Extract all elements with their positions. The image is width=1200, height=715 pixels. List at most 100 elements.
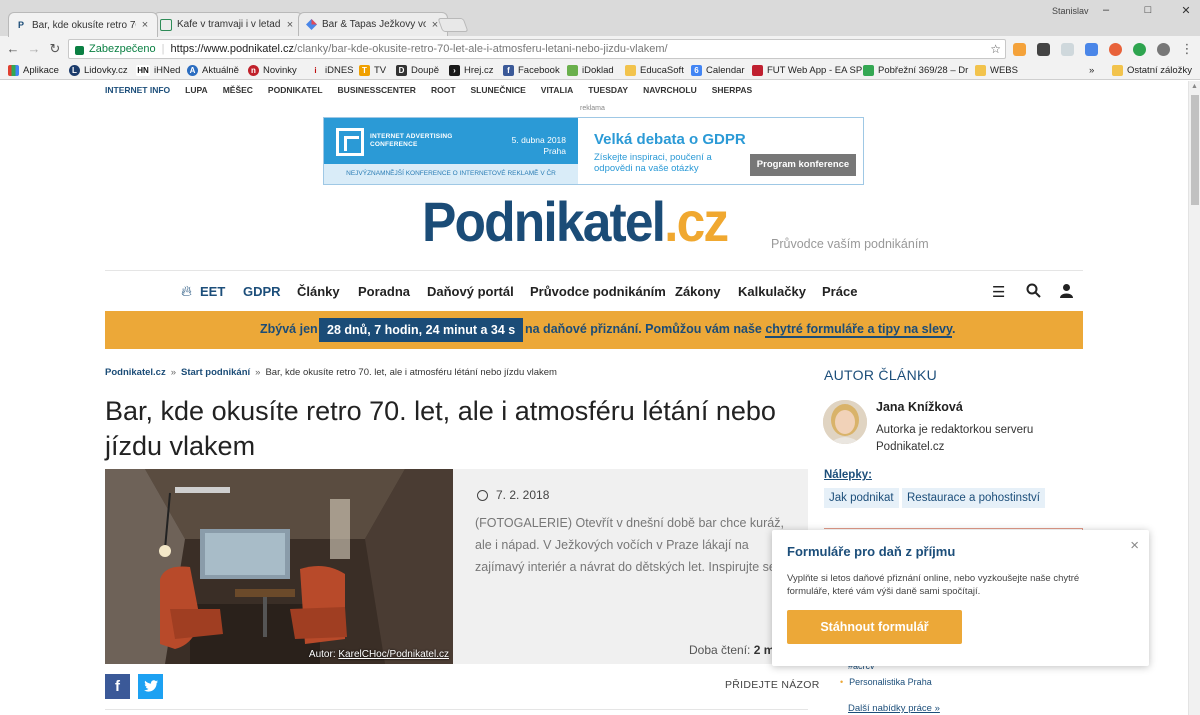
extension-icon[interactable] <box>1157 43 1170 56</box>
tag-restaurace[interactable]: Restaurace a pohostinství <box>902 488 1045 508</box>
close-icon[interactable]: × <box>1130 537 1139 554</box>
site-logo[interactable]: Podnikatel.cz <box>422 190 729 253</box>
reload-icon[interactable]: ↻ <box>46 40 64 58</box>
breadcrumb-category[interactable]: Start podnikání <box>181 367 250 378</box>
bookmark-item[interactable]: A Aktuálně <box>187 65 239 76</box>
flame-icon: 🔥︎ <box>181 283 193 300</box>
address-bar[interactable]: Zabezpečeno | https://www.podnikatel.cz/… <box>68 39 1006 59</box>
extension-icon[interactable] <box>1109 43 1122 56</box>
extension-icon[interactable] <box>1085 43 1098 56</box>
network-link[interactable]: MĚŠEC <box>223 85 253 95</box>
network-link[interactable]: TUESDAY <box>588 85 628 95</box>
page-scrollbar[interactable]: ▲ <box>1188 81 1200 715</box>
bookmark-item[interactable]: f Facebook <box>503 65 560 76</box>
network-link[interactable]: NAVRCHOLU <box>643 85 697 95</box>
back-icon[interactable]: ← <box>4 40 22 58</box>
banner-prefix: Zbývá jen <box>260 322 318 336</box>
network-link[interactable]: INTERNET INFO <box>105 85 170 95</box>
network-link[interactable]: BUSINESSCENTER <box>338 85 416 95</box>
divider <box>105 709 808 710</box>
hamburger-menu-icon[interactable]: ☰ <box>992 283 1005 301</box>
bookmark-item[interactable]: L Lidovky.cz <box>69 65 128 76</box>
bookmark-item[interactable]: FUT Web App - EA SP <box>752 65 862 76</box>
tag-jak-podnikat[interactable]: Jak podnikat <box>824 488 899 508</box>
tags-label[interactable]: Nálepky: <box>824 469 872 481</box>
network-link[interactable]: SHERPAS <box>712 85 752 95</box>
tab-podnikatel[interactable]: P Bar, kde okusíte retro 70. × <box>8 12 158 37</box>
nav-poradna[interactable]: Poradna <box>358 284 410 299</box>
bookmark-item[interactable]: EducaSoft <box>625 65 684 76</box>
maximize-icon[interactable]: □ <box>1134 4 1162 20</box>
bookmark-item[interactable]: T TV <box>359 65 386 76</box>
bookmark-item[interactable]: HN iHNed <box>136 65 180 76</box>
bookmark-item[interactable]: Pobřežní 369/28 – Dr <box>863 65 968 76</box>
avatar[interactable] <box>823 400 867 444</box>
network-link[interactable]: SLUNEČNICE <box>471 85 526 95</box>
photo-credit-link[interactable]: KarelCHoc/Podnikatel.cz <box>338 649 449 660</box>
user-account-icon[interactable] <box>1059 283 1074 302</box>
site-tagline: Průvodce vaším podnikáním <box>771 237 929 251</box>
scroll-up-icon[interactable]: ▲ <box>1191 83 1198 90</box>
article-photo[interactable]: Autor: KarelCHoc/Podnikatel.cz <box>105 469 453 664</box>
extension-icon[interactable] <box>1133 43 1146 56</box>
extension-icon[interactable] <box>1013 43 1026 56</box>
nav-pruvodce[interactable]: Průvodce podnikáním <box>530 284 666 299</box>
idnes-icon: i <box>314 66 317 75</box>
bookmark-item[interactable]: WEBS <box>975 65 1018 76</box>
network-link[interactable]: PODNIKATEL <box>268 85 323 95</box>
bookmark-apps[interactable]: Aplikace <box>8 65 59 76</box>
article-perex: (FOTOGALERIE) Otevřít v dnešní době bar … <box>475 516 784 574</box>
bookmark-star-icon[interactable]: ☆ <box>990 42 1001 56</box>
author-name[interactable]: Jana Knížková <box>876 400 963 414</box>
tab-jezkovy-voci[interactable]: Bar & Tapas Ježkovy voči × <box>298 12 448 36</box>
forward-icon[interactable]: → <box>25 40 43 58</box>
close-window-icon[interactable]: ✕ <box>1172 4 1200 20</box>
nav-kalkulacky[interactable]: Kalkulačky <box>738 284 806 299</box>
bookmark-item[interactable]: n Novinky <box>248 65 297 76</box>
logo-tld: .cz <box>664 190 729 253</box>
facebook-share-icon[interactable]: f <box>105 674 130 699</box>
bookmark-item[interactable]: › Hrej.cz <box>449 65 494 76</box>
close-tab-icon[interactable]: × <box>139 19 151 31</box>
bookmarks-overflow[interactable]: » <box>1089 65 1094 76</box>
extension-icon[interactable] <box>1061 43 1074 56</box>
ea-icon <box>752 65 763 76</box>
ad-label: reklama <box>580 105 605 112</box>
nav-prace[interactable]: Práce <box>822 284 857 299</box>
twitter-share-icon[interactable] <box>138 674 163 699</box>
download-form-button[interactable]: Stáhnout formulář <box>787 610 962 644</box>
search-icon[interactable] <box>1026 283 1041 302</box>
tab-kafe[interactable]: Kafe v tramvaji i v letadle × <box>153 12 303 36</box>
network-link[interactable]: ROOT <box>431 85 456 95</box>
ad-program-button[interactable]: Program konference <box>750 154 856 176</box>
breadcrumb-home[interactable]: Podnikatel.cz <box>105 367 166 378</box>
minimize-icon[interactable]: – <box>1092 4 1120 20</box>
bookmark-item[interactable]: i iDNES <box>310 65 353 76</box>
new-tab-button[interactable] <box>437 18 469 32</box>
close-tab-icon[interactable]: × <box>284 19 296 31</box>
banner-link[interactable]: chytré formuláře a tipy na slevy <box>765 322 952 338</box>
popup-text: Vyplňte si letos daňové přiznání online,… <box>787 573 1080 597</box>
network-link[interactable]: VITALIA <box>541 85 573 95</box>
ad-conference-name: INTERNET ADVERTISING CONFERENCE <box>370 133 453 148</box>
nav-clanky[interactable]: Články <box>297 284 340 299</box>
reading-time: Doba čtení: 2 min <box>689 643 785 657</box>
bookmark-label: Calendar <box>706 65 745 76</box>
nav-danovy-portal[interactable]: Daňový portál <box>427 284 514 299</box>
bookmark-item[interactable]: iDoklad <box>567 65 614 76</box>
menu-kebab-icon[interactable]: ⋮ <box>1178 40 1196 58</box>
nav-zakony[interactable]: Zákony <box>675 284 721 299</box>
bookmark-item[interactable]: 6 Calendar <box>691 65 745 76</box>
job-link[interactable]: Personalistika Praha <box>840 677 932 687</box>
other-bookmarks[interactable]: Ostatní záložky <box>1112 65 1192 76</box>
add-comment-link[interactable]: PŘIDEJTE NÁZOR <box>725 679 820 691</box>
nav-eet[interactable]: EET <box>200 284 225 299</box>
ad-banner[interactable]: INTERNET ADVERTISING CONFERENCE 5. dubna… <box>323 117 864 185</box>
extension-icon[interactable] <box>1037 43 1050 56</box>
nav-gdpr[interactable]: GDPR <box>243 284 281 299</box>
scroll-thumb[interactable] <box>1191 95 1199 205</box>
profile-name[interactable]: Stanislav <box>1052 6 1089 16</box>
bookmark-item[interactable]: D Doupě <box>396 65 439 76</box>
network-link[interactable]: LUPA <box>185 85 208 95</box>
more-jobs-link[interactable]: Další nabídky práce » <box>848 703 940 714</box>
